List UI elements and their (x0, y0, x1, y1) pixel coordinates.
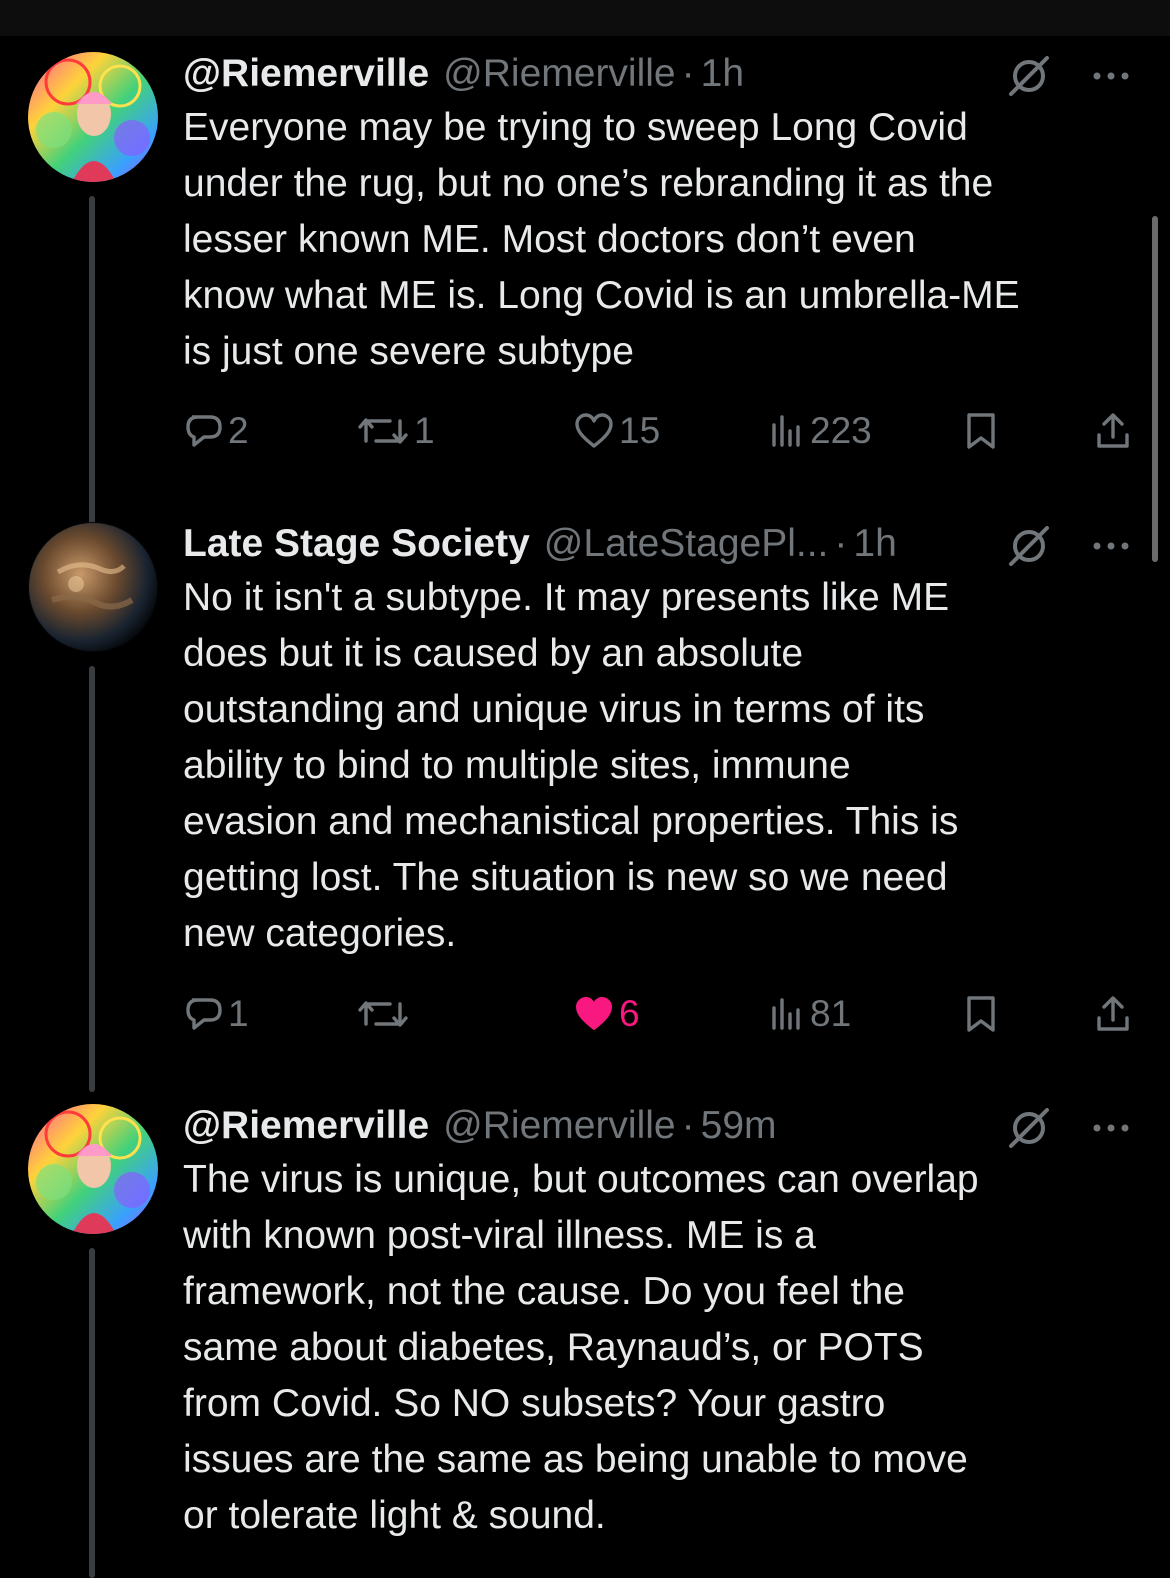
views-count: 81 (810, 993, 852, 1034)
tweet-header: @Riemerville @Riemerville · 1h (183, 52, 1123, 96)
tweet-text: Everyone may be trying to sweep Long Cov… (183, 106, 1020, 373)
tweet-text: No it isn't a subtype. It may presents l… (183, 576, 959, 955)
reply-button[interactable]: 2 (184, 409, 249, 453)
thread-line (89, 196, 95, 562)
bookmark-icon (967, 413, 995, 449)
thread-line (89, 1248, 95, 1578)
separator-dot: · (681, 52, 695, 95)
repost-icon (358, 1001, 408, 1027)
views-button[interactable]: 81 (768, 992, 851, 1036)
thread-line (89, 666, 95, 1092)
views-icon (772, 415, 800, 447)
bookmark-icon (967, 996, 995, 1032)
reply-icon (186, 415, 222, 447)
grok-icon[interactable] (1005, 526, 1053, 566)
grok-icon[interactable] (1005, 1108, 1053, 1148)
like-button[interactable]: 6 (573, 992, 640, 1036)
like-count: 15 (619, 410, 661, 451)
share-icon (1097, 996, 1129, 1031)
display-name[interactable]: Late Stage Society (183, 522, 530, 566)
timestamp[interactable]: 1h (701, 52, 744, 96)
grok-icon[interactable] (1005, 56, 1053, 96)
repost-icon (358, 418, 408, 444)
like-icon (576, 997, 612, 1030)
more-icon[interactable] (1090, 56, 1132, 96)
repost-button[interactable]: 1 (356, 409, 435, 453)
timestamp[interactable]: 1h (853, 522, 896, 566)
tweet-header: Late Stage Society @LateStagePl... · 1h (183, 522, 1123, 566)
more-icon[interactable] (1090, 526, 1132, 566)
share-icon (1097, 413, 1129, 448)
repost-button[interactable] (356, 992, 410, 1036)
display-name[interactable]: @Riemerville (183, 52, 429, 96)
scrollbar[interactable] (1152, 216, 1158, 562)
top-bar (0, 0, 1170, 36)
bookmark-button[interactable] (964, 409, 998, 453)
separator-dot: · (681, 1104, 695, 1147)
reply-icon (186, 998, 222, 1030)
share-button[interactable] (1094, 992, 1132, 1036)
handle[interactable]: @LateStagePl... (544, 522, 829, 566)
reply-button[interactable]: 1 (184, 992, 249, 1036)
views-icon (772, 998, 800, 1030)
views-count: 223 (810, 410, 872, 451)
avatar[interactable] (28, 522, 158, 652)
avatar[interactable] (28, 1104, 158, 1234)
tweet-header: @Riemerville @Riemerville · 59m (183, 1104, 1123, 1148)
reply-count: 2 (228, 410, 249, 451)
handle[interactable]: @Riemerville (443, 52, 675, 96)
repost-count: 1 (414, 410, 435, 451)
like-icon (575, 413, 613, 448)
avatar[interactable] (28, 52, 158, 182)
views-button[interactable]: 223 (768, 409, 872, 453)
reply-count: 1 (228, 993, 249, 1034)
tweet-text: The virus is unique, but outcomes can ov… (183, 1158, 979, 1537)
bookmark-button[interactable] (964, 992, 998, 1036)
timestamp[interactable]: 59m (701, 1104, 777, 1148)
handle[interactable]: @Riemerville (443, 1104, 675, 1148)
display-name[interactable]: @Riemerville (183, 1104, 429, 1148)
like-button[interactable]: 15 (573, 409, 660, 453)
like-count: 6 (619, 993, 640, 1034)
more-icon[interactable] (1090, 1108, 1132, 1148)
share-button[interactable] (1094, 409, 1132, 453)
separator-dot: · (834, 522, 848, 565)
